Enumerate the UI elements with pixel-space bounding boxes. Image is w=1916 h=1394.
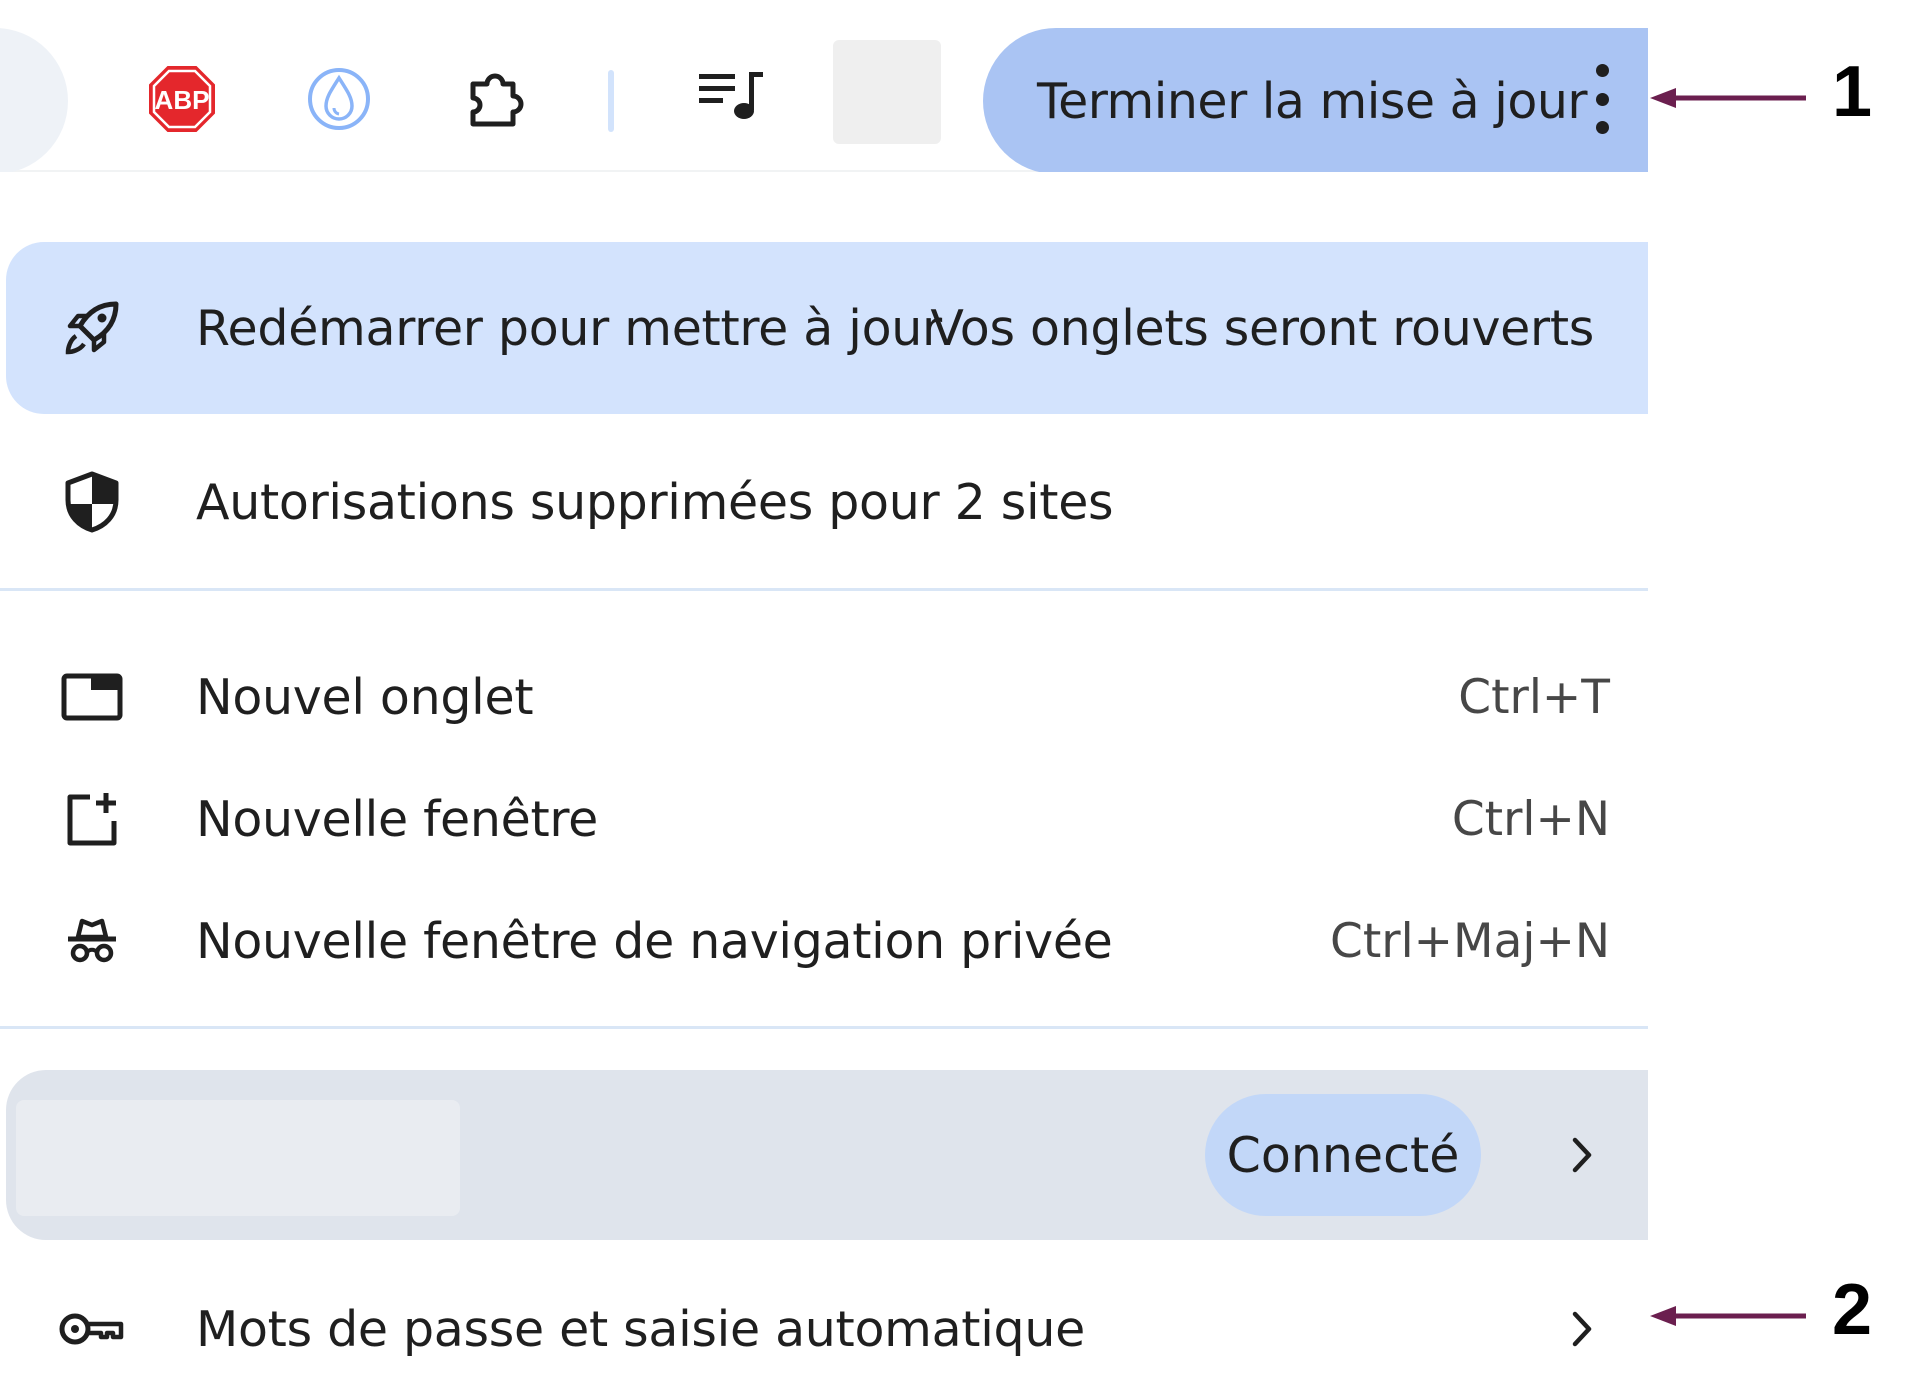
new-window-item[interactable]: Nouvelle fenêtre Ctrl+N	[0, 764, 1648, 874]
permissions-removed-item[interactable]: Autorisations supprimées pour 2 sites	[0, 447, 1648, 557]
incognito-icon	[56, 905, 128, 977]
new-window-icon	[56, 783, 128, 855]
new-tab-icon	[56, 661, 128, 733]
chevron-right-icon	[1562, 1309, 1602, 1349]
rocket-icon	[56, 292, 128, 364]
passwords-autofill-item[interactable]: Mots de passe et saisie automatique	[0, 1274, 1648, 1384]
profile-avatar[interactable]	[833, 40, 941, 144]
account-item[interactable]: Connecté	[6, 1070, 1648, 1240]
new-window-label: Nouvelle fenêtre	[196, 790, 599, 848]
media-control-icon[interactable]	[690, 50, 774, 144]
new-incognito-window-item[interactable]: Nouvelle fenêtre de navigation privée Ct…	[0, 886, 1648, 996]
abp-text: ABP	[155, 85, 210, 115]
connected-status-label: Connecté	[1226, 1126, 1460, 1184]
kebab-icon[interactable]	[1588, 64, 1616, 134]
annotation-arrow-1	[1650, 88, 1806, 108]
chevron-right-icon	[1562, 1135, 1602, 1175]
chrome-menu: Redémarrer pour mettre à jour Vos onglet…	[0, 172, 1648, 1394]
menu-divider	[0, 1026, 1648, 1029]
new-tab-item[interactable]: Nouvel onglet Ctrl+T	[0, 642, 1648, 752]
new-incognito-window-label: Nouvelle fenêtre de navigation privée	[196, 912, 1113, 970]
passwords-autofill-label: Mots de passe et saisie automatique	[196, 1300, 1085, 1358]
menu-divider	[0, 588, 1648, 591]
restart-to-update-item[interactable]: Redémarrer pour mettre à jour Vos onglet…	[6, 242, 1648, 414]
shield-icon	[56, 466, 128, 538]
abp-icon[interactable]: ABP	[140, 52, 224, 146]
drop-icon[interactable]	[297, 52, 381, 146]
toolbar-divider	[608, 70, 614, 132]
annotation-number-1: 1	[1832, 52, 1873, 132]
puzzle-icon[interactable]	[455, 52, 539, 146]
finish-update-label: Terminer la mise à jour	[1037, 72, 1588, 130]
omnibox[interactable]	[0, 28, 68, 174]
account-name	[16, 1100, 460, 1216]
restart-to-update-label: Redémarrer pour mettre à jour	[196, 299, 942, 357]
new-tab-shortcut: Ctrl+T	[1458, 669, 1610, 725]
permissions-removed-label: Autorisations supprimées pour 2 sites	[196, 473, 1114, 531]
tabs-reopen-hint: Vos onglets seront rouverts	[930, 299, 1594, 357]
new-window-shortcut: Ctrl+N	[1451, 791, 1610, 847]
new-tab-label: Nouvel onglet	[196, 668, 534, 726]
finish-update-button[interactable]: Terminer la mise à jour	[983, 28, 1648, 174]
connected-status-badge: Connecté	[1205, 1094, 1481, 1216]
annotation-number-2: 2	[1832, 1270, 1873, 1350]
key-icon	[56, 1293, 126, 1365]
annotation-arrow-2	[1650, 1306, 1806, 1326]
new-incognito-window-shortcut: Ctrl+Maj+N	[1330, 913, 1610, 969]
browser-toolbar: ABP Terminer la mise à jour	[0, 0, 1648, 174]
